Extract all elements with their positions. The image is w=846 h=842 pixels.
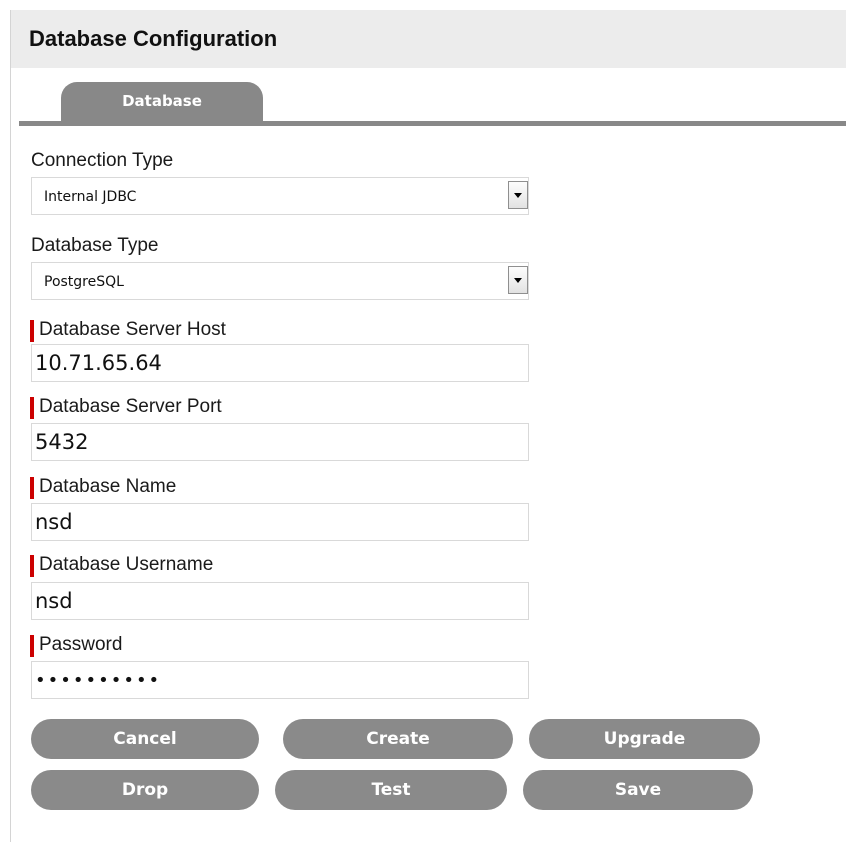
connection-type-value: Internal JDBC bbox=[44, 189, 137, 205]
panel-header: Database Configuration bbox=[11, 10, 846, 68]
server-host-label: Database Server Host bbox=[39, 319, 226, 340]
server-port-label: Database Server Port bbox=[39, 396, 222, 417]
chevron-down-icon[interactable] bbox=[508, 181, 528, 209]
username-label: Database Username bbox=[39, 554, 214, 575]
create-button[interactable]: Create bbox=[283, 719, 513, 759]
database-name-input[interactable] bbox=[31, 503, 529, 541]
password-input[interactable] bbox=[31, 661, 529, 699]
cancel-button[interactable]: Cancel bbox=[31, 719, 259, 759]
server-port-input[interactable] bbox=[31, 423, 529, 461]
required-marker bbox=[30, 477, 34, 499]
database-configuration-panel: Database Configuration Database Connecti… bbox=[10, 10, 846, 842]
tab-divider bbox=[19, 121, 846, 126]
save-button[interactable]: Save bbox=[523, 770, 753, 810]
test-button[interactable]: Test bbox=[275, 770, 507, 810]
username-input[interactable] bbox=[31, 582, 529, 620]
chevron-down-icon[interactable] bbox=[508, 266, 528, 294]
required-marker bbox=[30, 555, 34, 577]
database-type-value: PostgreSQL bbox=[44, 274, 124, 290]
database-name-label: Database Name bbox=[39, 476, 177, 497]
tab-database[interactable]: Database bbox=[61, 82, 263, 121]
drop-button[interactable]: Drop bbox=[31, 770, 259, 810]
database-type-select[interactable]: PostgreSQL bbox=[31, 262, 529, 300]
database-type-label: Database Type bbox=[31, 235, 159, 256]
server-host-input[interactable] bbox=[31, 344, 529, 382]
required-marker bbox=[30, 320, 34, 342]
required-marker bbox=[30, 635, 34, 657]
upgrade-button[interactable]: Upgrade bbox=[529, 719, 760, 759]
page-title: Database Configuration bbox=[29, 26, 278, 51]
connection-type-label: Connection Type bbox=[31, 150, 174, 171]
connection-type-select[interactable]: Internal JDBC bbox=[31, 177, 529, 215]
required-marker bbox=[30, 397, 34, 419]
password-label: Password bbox=[39, 634, 123, 655]
